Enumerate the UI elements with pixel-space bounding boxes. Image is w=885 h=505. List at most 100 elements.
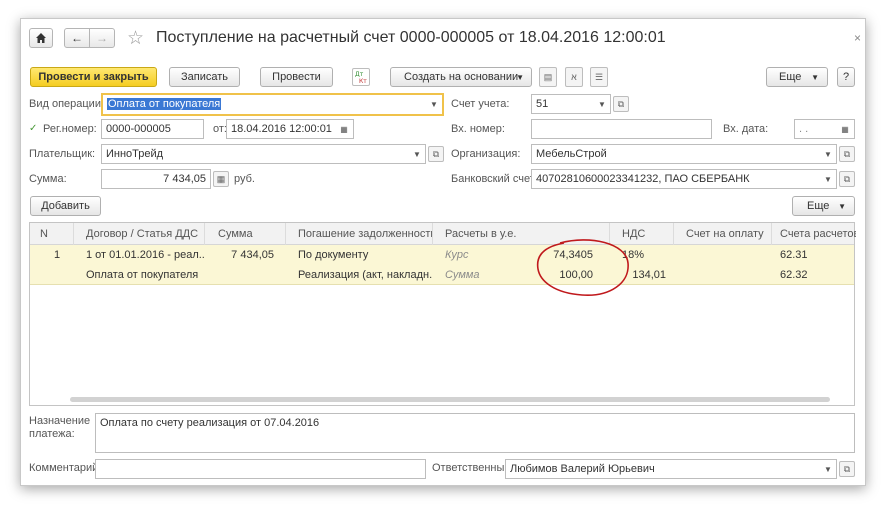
create-based-on-label: Создать на основании bbox=[404, 71, 519, 83]
post-and-close-button[interactable]: Провести и закрыть bbox=[30, 67, 157, 87]
more-button[interactable]: Еще ▼ bbox=[766, 67, 828, 87]
operation-type-label: Вид операции: bbox=[29, 98, 105, 110]
incoming-date-label: Вх. дата: bbox=[723, 123, 769, 135]
table-row[interactable]: 1 1 от 01.01.2016 - реал... 7 434,05 По … bbox=[30, 245, 854, 265]
favorite-star-icon[interactable]: ☆ bbox=[127, 27, 144, 50]
chevron-down-icon: ▼ bbox=[516, 72, 524, 82]
payer-label: Плательщик: bbox=[29, 148, 96, 160]
attachment-icon[interactable]: א bbox=[565, 67, 583, 87]
create-based-on-button[interactable]: Создать на основании ▼ bbox=[390, 67, 532, 87]
organization-label: Организация: bbox=[451, 148, 521, 160]
calendar-icon[interactable]: ▦ bbox=[836, 120, 854, 138]
bank-account-select[interactable]: 40702810600023341232, ПАО СБЕРБАНК ▼ bbox=[531, 169, 837, 189]
organization-select[interactable]: МебельСтрой ▼ bbox=[531, 144, 837, 164]
row-ue-label: Сумма bbox=[445, 269, 480, 281]
window-title: Поступление на расчетный счет 0000-00000… bbox=[156, 29, 666, 46]
chevron-down-icon: ▼ bbox=[811, 72, 819, 82]
regnum-field[interactable]: 0000-000005 bbox=[101, 119, 204, 139]
row-contract[interactable]: Оплата от покупателя bbox=[74, 265, 205, 285]
comment-label: Комментарий: bbox=[29, 462, 102, 474]
add-row-button[interactable]: Добавить bbox=[30, 196, 101, 216]
back-button[interactable]: ← bbox=[64, 28, 90, 48]
dt-kt-icon[interactable]: Дт Кт bbox=[352, 68, 370, 86]
dropdown-arrow-icon: ▼ bbox=[413, 149, 421, 159]
horizontal-scrollbar[interactable] bbox=[70, 397, 830, 402]
sum-label: Сумма: bbox=[29, 173, 67, 185]
document-icon[interactable]: ▤ bbox=[539, 67, 557, 87]
purpose-textarea[interactable]: Оплата по счету реализация от 07.04.2016 bbox=[95, 413, 855, 453]
dropdown-arrow-icon: ▼ bbox=[430, 100, 438, 109]
open-icon[interactable]: ⧉ bbox=[428, 146, 444, 162]
table-row[interactable]: Оплата от покупателя Реализация (акт, на… bbox=[30, 265, 854, 285]
incoming-number-field[interactable] bbox=[531, 119, 712, 139]
calculator-icon[interactable]: ▦ bbox=[213, 171, 229, 187]
table-more-label: Еще bbox=[807, 200, 830, 212]
purpose-label: Назначение платежа: bbox=[29, 415, 91, 440]
row-contract[interactable]: 1 от 01.01.2016 - реал... bbox=[74, 245, 205, 265]
payer-select[interactable]: ИнноТрейд ▼ bbox=[101, 144, 426, 164]
arrow-left-icon: ← bbox=[71, 31, 83, 45]
row-sum[interactable]: 7 434,05 bbox=[205, 245, 286, 265]
col-accounts-header[interactable]: Счета расчетов bbox=[772, 223, 856, 245]
organization-value: МебельСтрой bbox=[536, 148, 607, 160]
dropdown-arrow-icon: ▼ bbox=[824, 464, 832, 474]
date-value: 18.04.2016 12:00:01 bbox=[231, 123, 332, 135]
open-icon[interactable]: ⧉ bbox=[613, 96, 629, 112]
save-button[interactable]: Записать bbox=[169, 67, 240, 87]
home-button[interactable] bbox=[29, 28, 53, 48]
chevron-down-icon: ▼ bbox=[838, 201, 846, 211]
table-header: N Договор / Статья ДДС Сумма Погашение з… bbox=[30, 223, 856, 245]
table-more-button[interactable]: Еще ▼ bbox=[792, 196, 855, 216]
operation-type-value: Оплата от покупателя bbox=[107, 98, 222, 110]
row-debt[interactable]: По документу bbox=[286, 245, 433, 265]
col-sum-header[interactable]: Сумма bbox=[205, 223, 286, 245]
posted-check-icon: ✓ bbox=[29, 123, 38, 134]
row-number: 1 bbox=[54, 249, 61, 261]
dropdown-arrow-icon: ▼ bbox=[598, 99, 606, 109]
incoming-number-label: Вх. номер: bbox=[451, 123, 505, 135]
account-value: 51 bbox=[536, 98, 549, 110]
more-label: Еще bbox=[779, 71, 802, 83]
col-contract-header[interactable]: Договор / Статья ДДС bbox=[74, 223, 205, 245]
help-button[interactable]: ? bbox=[837, 67, 855, 87]
payer-value: ИнноТрейд bbox=[106, 148, 164, 160]
forward-button[interactable]: → bbox=[89, 28, 115, 48]
svg-text:Кт: Кт bbox=[359, 78, 367, 84]
report-icon[interactable]: ☰ bbox=[590, 67, 608, 87]
arrow-right-icon: → bbox=[96, 31, 108, 45]
row-account[interactable]: 62.31 bbox=[772, 245, 856, 265]
row-ue-label: Курс bbox=[445, 249, 469, 261]
home-icon bbox=[36, 33, 46, 43]
responsible-label: Ответственный: bbox=[432, 462, 514, 474]
red-highlight-ellipse bbox=[536, 239, 629, 296]
calendar-icon[interactable]: ▦ bbox=[335, 120, 353, 138]
col-invoice-header[interactable]: Счет на оплату bbox=[674, 223, 772, 245]
open-icon[interactable]: ⧉ bbox=[839, 146, 855, 162]
responsible-select[interactable]: Любимов Валерий Юрьевич ▼ bbox=[505, 459, 837, 479]
dropdown-arrow-icon: ▼ bbox=[824, 149, 832, 159]
row-account[interactable]: 62.32 bbox=[772, 265, 856, 285]
payment-lines-table: N Договор / Статья ДДС Сумма Погашение з… bbox=[29, 222, 856, 406]
incoming-date-value: . . bbox=[799, 123, 809, 135]
dropdown-arrow-icon: ▼ bbox=[824, 174, 832, 184]
date-from-label: от: bbox=[213, 123, 227, 135]
responsible-value: Любимов Валерий Юрьевич bbox=[510, 463, 655, 475]
post-button[interactable]: Провести bbox=[260, 67, 333, 87]
open-icon[interactable]: ⧉ bbox=[839, 461, 855, 477]
comment-field[interactable] bbox=[95, 459, 426, 479]
open-icon[interactable]: ⧉ bbox=[839, 171, 855, 187]
operation-type-select[interactable]: Оплата от покупателя ▼ bbox=[101, 93, 444, 116]
svg-text:Дт: Дт bbox=[355, 71, 364, 78]
close-icon[interactable]: × bbox=[854, 31, 861, 45]
incoming-date-field[interactable]: . . ▦ bbox=[794, 119, 855, 139]
bank-account-value: 40702810600023341232, ПАО СБЕРБАНК bbox=[536, 173, 750, 185]
account-select[interactable]: 51 ▼ bbox=[531, 94, 611, 114]
date-field[interactable]: 18.04.2016 12:00:01 ▦ bbox=[226, 119, 354, 139]
currency-label: руб. bbox=[234, 173, 255, 185]
col-debt-header[interactable]: Погашение задолженности bbox=[286, 223, 433, 245]
row-debt[interactable]: Реализация (акт, накладн... bbox=[286, 265, 433, 285]
col-n-header[interactable]: N bbox=[30, 223, 74, 245]
sum-field[interactable]: 7 434,05 bbox=[101, 169, 211, 189]
regnum-label: Рег.номер: bbox=[43, 123, 97, 135]
bank-account-label: Банковский счет: bbox=[451, 173, 538, 185]
